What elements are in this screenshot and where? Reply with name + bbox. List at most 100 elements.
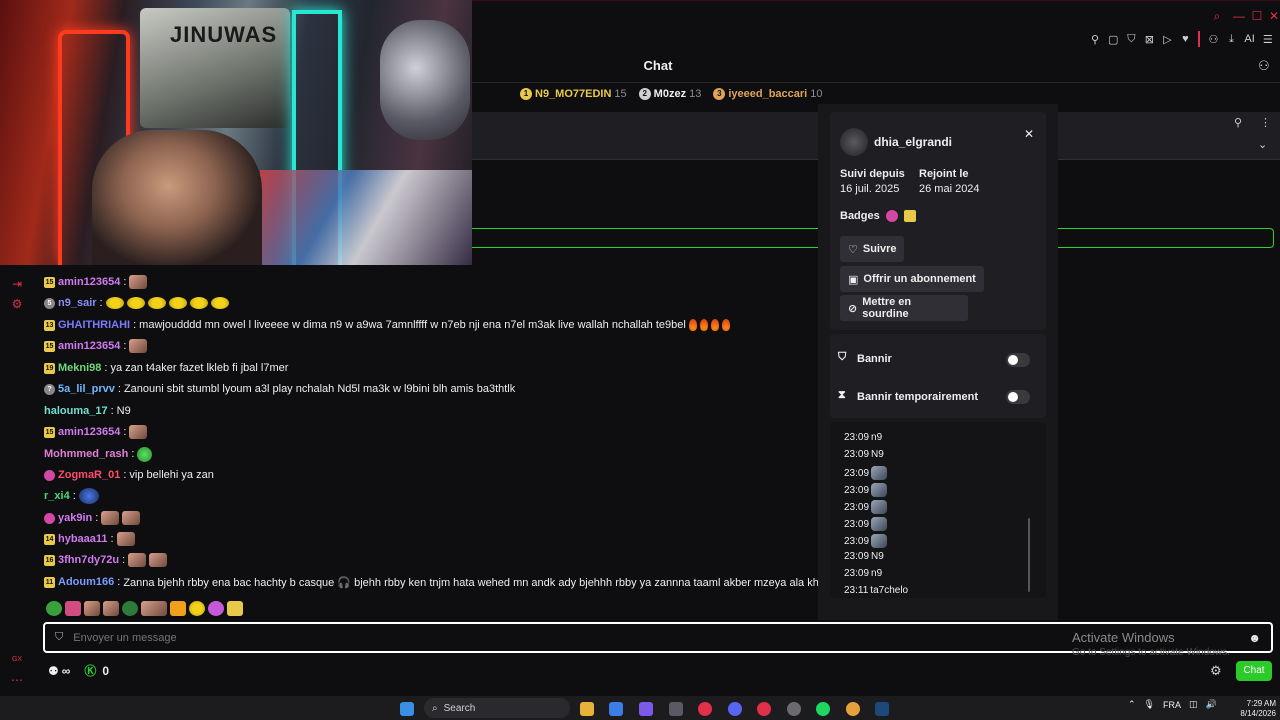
emote-pink-icon[interactable] <box>65 601 81 616</box>
emote-face-icon[interactable] <box>128 553 147 567</box>
emote-fire-icon[interactable] <box>710 319 719 331</box>
emote-yellow-icon[interactable] <box>189 601 205 616</box>
crop-icon[interactable]: ▢ <box>1108 33 1118 46</box>
emote-face-icon[interactable] <box>103 601 119 616</box>
chat-username[interactable]: halouma_17 <box>44 405 108 417</box>
subscriber-badge[interactable]: 11 <box>44 576 55 588</box>
emote-yellow-icon[interactable] <box>189 297 208 309</box>
ban-toggle[interactable] <box>1006 353 1030 367</box>
emote-face-icon[interactable] <box>84 601 100 616</box>
chat-username[interactable]: amin123654 <box>58 276 120 288</box>
emote-face-icon[interactable] <box>129 275 148 289</box>
leaderboard-item[interactable]: 2 M0zez 13 <box>638 88 701 100</box>
subscriber-badge[interactable]: 15 <box>44 276 55 288</box>
emote-yellow-icon[interactable] <box>168 297 187 309</box>
close-icon[interactable]: ✕ <box>1267 9 1280 23</box>
play-icon[interactable]: ▷ <box>1162 33 1172 46</box>
user-icon[interactable]: ⚇ <box>1208 33 1218 46</box>
app-red-icon[interactable] <box>757 702 771 716</box>
pin-icon[interactable]: ⚲ <box>1234 116 1242 129</box>
send-chat-button[interactable]: Chat <box>1236 661 1272 681</box>
store-icon[interactable] <box>609 702 623 716</box>
ai-button[interactable]: AI <box>1244 33 1254 45</box>
emote-yellow-icon[interactable] <box>147 297 166 309</box>
stream-video-player[interactable]: JINUWAS <box>0 0 472 265</box>
emote-fire-icon[interactable] <box>699 319 708 331</box>
shield-icon[interactable]: ⛉ <box>1126 33 1136 46</box>
emote-cat-icon[interactable] <box>170 601 186 616</box>
chrome-icon[interactable] <box>846 702 860 716</box>
gift-sub-button[interactable]: ▣ Offrir un abonnement <box>840 266 984 292</box>
chat-username[interactable]: Mohmmed_rash <box>44 448 128 460</box>
gx-icon[interactable]: GX <box>10 653 24 667</box>
close-box-icon[interactable]: ⊠ <box>1144 33 1154 46</box>
close-icon[interactable]: ✕ <box>1024 127 1034 141</box>
leaderboard-item[interactable]: 1 N9_MO77EDIN 15 <box>520 88 627 100</box>
chat-username[interactable]: yak9in <box>58 512 92 524</box>
points-display[interactable]: ⚉ ∞ <box>48 664 70 678</box>
emote-face-icon[interactable] <box>122 511 141 525</box>
subscriber-badge[interactable]: 13 <box>44 319 55 331</box>
maximize-icon[interactable]: ☐ <box>1250 9 1264 23</box>
subscriber-badge[interactable]: 16 <box>44 554 55 566</box>
chat-username[interactable]: Adoum166 <box>58 576 114 588</box>
emote-yellow-icon[interactable] <box>126 297 145 309</box>
emote-face-icon[interactable] <box>141 601 167 616</box>
subscriber-badge[interactable]: 19 <box>44 362 55 374</box>
follow-button[interactable]: ♡ Suivre <box>840 236 904 262</box>
more-vertical-icon[interactable]: ⋮ <box>1260 116 1271 129</box>
emote-skull-icon[interactable] <box>122 601 138 616</box>
heart-icon[interactable]: ♥ <box>1180 33 1190 45</box>
spotify-icon[interactable] <box>816 702 830 716</box>
chat-username[interactable]: Mekni98 <box>58 362 101 374</box>
app-gray-icon[interactable] <box>787 702 801 716</box>
download-icon[interactable]: ⤓ <box>1226 33 1236 46</box>
scrollbar[interactable] <box>1028 518 1030 592</box>
chat-username[interactable]: r_xi4 <box>44 490 70 502</box>
chevron-down-icon[interactable]: ⌄ <box>1258 138 1267 151</box>
emote-green-icon[interactable] <box>137 446 153 462</box>
arrow-icon[interactable]: ⇥ <box>10 277 24 291</box>
taskbar-clock[interactable]: 7:29 AM 8/14/2026 <box>1232 699 1276 719</box>
gear-icon[interactable]: ⚙ <box>10 297 24 311</box>
emote-face-icon[interactable] <box>101 511 120 525</box>
file-explorer-icon[interactable] <box>580 702 594 716</box>
emote-face-icon[interactable] <box>116 532 135 546</box>
subscriber-badge[interactable] <box>44 512 55 524</box>
emote-n9-gold-icon[interactable] <box>227 601 243 616</box>
chat-username[interactable]: hybaaa11 <box>58 533 108 545</box>
chevron-up-icon[interactable]: ⌃ <box>1128 699 1136 710</box>
emote-face-icon[interactable] <box>129 339 148 353</box>
username[interactable]: dhia_elgrandi <box>874 135 952 149</box>
emote-face-icon[interactable] <box>149 553 168 567</box>
gear-icon[interactable]: ⚙ <box>1210 663 1222 679</box>
opera-gx-icon[interactable] <box>698 702 712 716</box>
chat-username[interactable]: 5a_lil_prvv <box>58 383 115 395</box>
chat-message-input[interactable] <box>73 631 474 644</box>
subscriber-badge[interactable]: ? <box>44 383 55 395</box>
chat-username[interactable]: amin123654 <box>58 426 120 438</box>
menu-icon[interactable]: ☰ <box>1263 33 1273 46</box>
calculator-icon[interactable] <box>669 702 683 716</box>
emote-fire-icon[interactable] <box>688 319 697 331</box>
taskbar-search[interactable]: ⌕ Search <box>424 698 570 718</box>
emote-blue-icon[interactable] <box>78 488 99 504</box>
subscriber-badge[interactable]: 15 <box>44 340 55 352</box>
leaderboard-item[interactable]: 3 iyeeed_baccari 10 <box>713 88 822 100</box>
subscriber-badge[interactable]: 5 <box>44 297 55 309</box>
chat-username[interactable]: amin123654 <box>58 340 120 352</box>
emote-face-icon[interactable] <box>129 425 148 439</box>
emote-frog-icon[interactable] <box>46 601 62 616</box>
minimize-icon[interactable]: — <box>1232 9 1246 23</box>
language-indicator[interactable]: FRA <box>1163 700 1181 710</box>
timeout-toggle[interactable] <box>1006 390 1030 404</box>
subscriber-badge[interactable]: 15 <box>44 426 55 438</box>
emote-n9-icon[interactable] <box>208 601 224 616</box>
chat-username[interactable]: 3fhn7dy72u <box>58 554 119 566</box>
copilot-icon[interactable] <box>639 702 653 716</box>
network-icon[interactable]: ◫ <box>1189 699 1198 710</box>
more-icon[interactable]: ⋯ <box>10 673 24 687</box>
emote-picker-icon[interactable]: ☻ <box>1248 631 1261 645</box>
search-icon[interactable]: ⌕ <box>1210 9 1224 23</box>
subscriber-badge[interactable]: 14 <box>44 533 55 545</box>
